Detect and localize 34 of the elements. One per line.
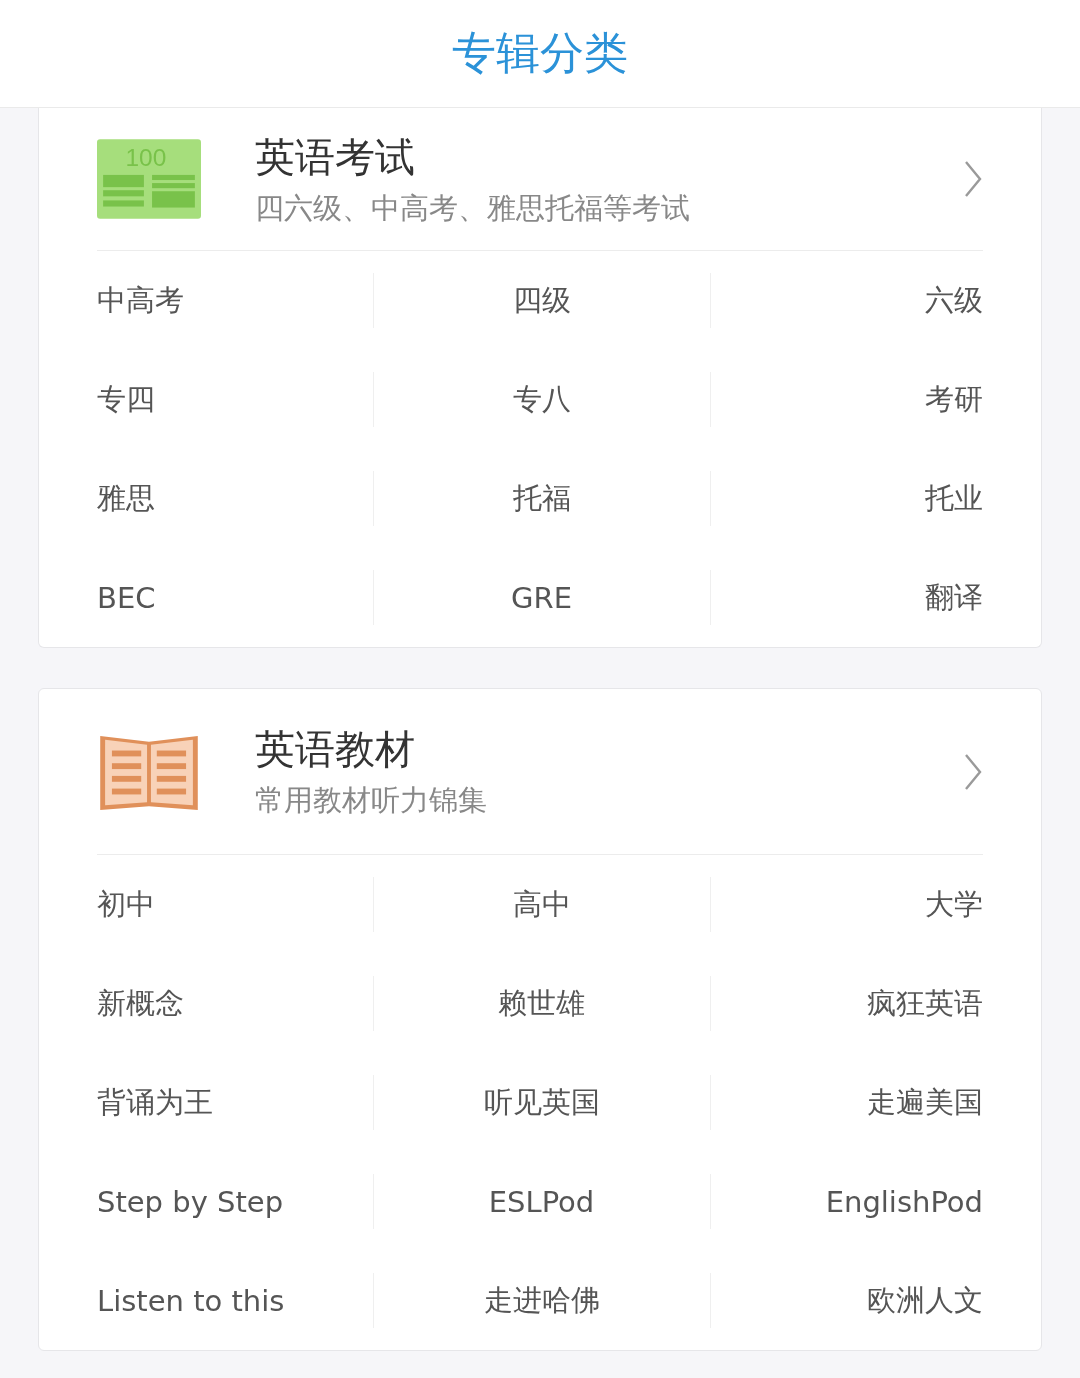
subcategory-link[interactable]: 考研 xyxy=(925,379,983,420)
subcategory-link[interactable]: 六级 xyxy=(925,280,983,321)
category-subtitle: 常用教材听力锦集 xyxy=(255,782,488,819)
category-header[interactable]: 英语教材 常用教材听力锦集 xyxy=(97,689,983,855)
subcategory-link[interactable]: BEC xyxy=(97,580,156,615)
subcategory-link[interactable]: 走进哈佛 xyxy=(483,1280,600,1321)
category-title: 英语考试 xyxy=(255,132,416,182)
subcategory-link[interactable]: 专四 xyxy=(97,379,155,420)
subcategory-link[interactable]: 翻译 xyxy=(925,577,983,618)
category-subtitle: 四六级、中高考、雅思托福等考试 xyxy=(255,189,691,227)
subcategory-link[interactable]: 中高考 xyxy=(97,280,184,321)
subcategory-link[interactable]: 听见英国 xyxy=(483,1082,600,1123)
page-title: 专辑分类 xyxy=(452,26,628,80)
subcategory-link[interactable]: 欧洲人文 xyxy=(867,1280,983,1321)
category-title: 英语教材 xyxy=(255,725,416,774)
chevron-right-icon xyxy=(963,159,983,199)
subcategory-link[interactable]: Listen to this xyxy=(97,1283,285,1318)
subcategory-link[interactable]: 背诵为王 xyxy=(97,1082,213,1123)
subcategory-link[interactable]: 专八 xyxy=(512,379,571,420)
subcategory-link[interactable]: 疯狂英语 xyxy=(867,983,983,1024)
subcategory-link[interactable]: 雅思 xyxy=(97,478,155,519)
subcategory-link[interactable]: 赖世雄 xyxy=(498,983,585,1024)
subcategory-link[interactable]: Step by Step xyxy=(97,1184,284,1219)
subcategory-link[interactable]: 新概念 xyxy=(97,983,184,1024)
subcategory-link[interactable]: ESLPod xyxy=(488,1184,595,1219)
subcategory-link[interactable]: 四级 xyxy=(512,280,571,321)
subcategory-link[interactable]: 托福 xyxy=(512,478,571,519)
subcategory-link[interactable]: GRE xyxy=(511,580,572,615)
subcategory-link[interactable]: 走遍美国 xyxy=(867,1082,983,1123)
subcategory-link[interactable]: 初中 xyxy=(97,884,155,925)
subcategory-link[interactable]: 大学 xyxy=(925,884,983,925)
subcategory-link[interactable]: EnglishPod xyxy=(825,1184,983,1219)
subcategory-link[interactable]: 托业 xyxy=(925,478,983,519)
subcategory-link[interactable]: 高中 xyxy=(512,884,571,925)
